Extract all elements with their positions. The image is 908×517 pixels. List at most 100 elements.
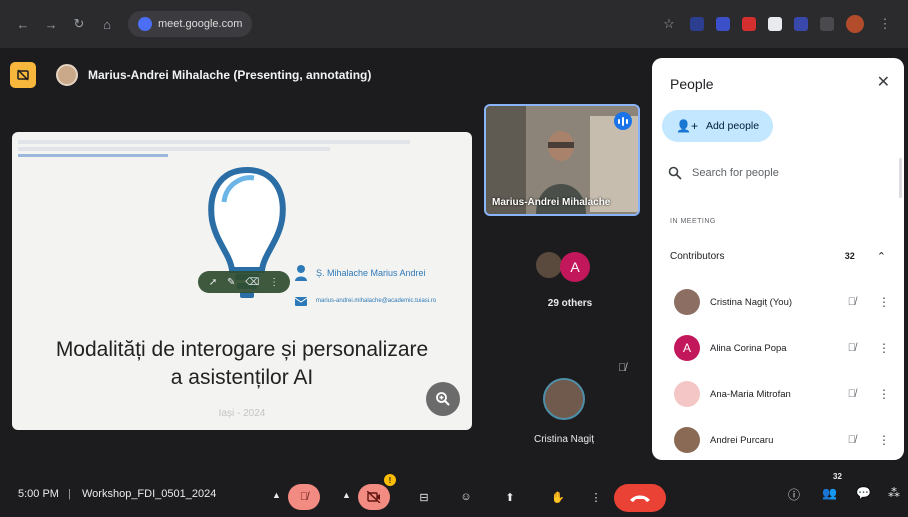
eraser-tool-icon[interactable]: ⌫ (245, 277, 259, 288)
extension-icon[interactable] (742, 17, 756, 31)
zoom-button[interactable] (426, 382, 460, 416)
presenter-label: Marius-Andrei Mihalache (Presenting, ann… (88, 68, 372, 82)
browser-toolbar: ← → ↻ ⌂ meet.google.com ☆ ⋮ (0, 0, 908, 48)
meet-window: ← → ↻ ⌂ meet.google.com ☆ ⋮ Marius-Andre… (0, 0, 908, 517)
captions-icon: ⊟ (419, 491, 429, 504)
warning-badge: ! (384, 474, 396, 486)
site-info-icon[interactable] (138, 17, 152, 31)
reactions-button[interactable]: ☺ (450, 484, 482, 510)
self-tile[interactable]: Cristina Nagiț (490, 378, 638, 445)
more-options-icon[interactable]: ⋮ (878, 295, 890, 309)
pen-tool-icon[interactable]: ✎ (227, 277, 235, 288)
leave-call-button[interactable] (614, 484, 666, 512)
zoom-icon (436, 392, 450, 406)
present-button[interactable]: ⬆ (494, 484, 526, 510)
more-options-icon[interactable]: ⋮ (878, 341, 890, 355)
people-panel: People ✕ 👤+ Add people Search for people… (652, 58, 904, 460)
others-tile[interactable]: A 29 others (530, 250, 610, 309)
email-row: marius-andrei.mihalache@academic.tuiasi.… (294, 292, 436, 310)
raise-hand-button[interactable]: ✋ (542, 484, 574, 510)
chevron-up-icon[interactable]: ⌃ (877, 250, 886, 263)
chevron-up-icon[interactable]: ▲ (342, 490, 351, 500)
info-icon[interactable]: ⓘ (788, 486, 800, 503)
more-options-button[interactable]: ⋮ (580, 484, 612, 510)
chat-icon[interactable]: 💬 (856, 486, 871, 500)
microphone-toggle-button[interactable]: 🎙̸ (288, 484, 320, 510)
author-row: Ș. Mihalache Marius Andrei (294, 264, 426, 282)
close-icon[interactable]: ✕ (877, 72, 890, 92)
reload-icon[interactable]: ↻ (70, 15, 88, 33)
mic-off-icon[interactable]: 🎙̸ (848, 296, 856, 308)
mic-off-icon[interactable]: 🎙̸ (848, 388, 856, 400)
list-item[interactable]: Andrei Purcaru 🎙̸ ⋮ (652, 420, 904, 460)
meeting-controls-bar: 5:00 PM | Workshop_FDI_0501_2024 ▲ 🎙̸ ▲ … (0, 470, 908, 517)
contributors-group[interactable]: Contributors 32 ⌃ (652, 244, 904, 268)
speaking-indicator-icon (614, 112, 632, 130)
search-placeholder: Search for people (692, 167, 779, 179)
video-tile-name: Marius-Andrei Mihalache (492, 197, 611, 208)
person-icon (295, 265, 307, 281)
people-search[interactable]: Search for people (668, 166, 779, 180)
mic-off-icon: 🎙̸ (618, 362, 627, 374)
extensions-puzzle-icon[interactable] (820, 17, 834, 31)
hand-icon: ✋ (551, 491, 565, 504)
profile-avatar[interactable] (846, 15, 864, 33)
slide-title-line1: Modalități de interogare și personalizar… (55, 338, 429, 361)
participant-avatar: A (560, 252, 590, 282)
more-tools-icon[interactable]: ⋮ (269, 277, 279, 288)
activities-icon[interactable]: ⁂ (888, 486, 900, 500)
browser-menu-icon[interactable]: ⋮ (876, 15, 894, 33)
others-avatars: A (530, 250, 610, 284)
presenter-bar: Marius-Andrei Mihalache (Presenting, ann… (10, 58, 371, 92)
end-call-icon (630, 495, 650, 502)
extension-icon[interactable] (768, 17, 782, 31)
person-name: Cristina Nagiț (You) (710, 296, 793, 308)
person-avatar (674, 289, 700, 315)
panel-scrollbar[interactable] (899, 158, 902, 198)
person-name: Ana-Maria Mitrofan (710, 388, 791, 400)
meeting-time: 5:00 PM (18, 488, 59, 500)
list-item[interactable]: Ana-Maria Mitrofan 🎙̸ ⋮ (652, 374, 904, 414)
extension-icon[interactable] (794, 17, 808, 31)
slide-subheader (18, 154, 168, 157)
more-vert-icon: ⋮ (590, 491, 602, 504)
forward-icon[interactable]: → (42, 15, 60, 33)
list-item[interactable]: A Alina Corina Popa 🎙̸ ⋮ (652, 328, 904, 368)
slide-header-text (18, 140, 464, 151)
home-icon[interactable]: ⌂ (98, 15, 116, 33)
chevron-up-icon[interactable]: ▲ (272, 490, 281, 500)
section-label: IN MEETING (670, 218, 716, 225)
add-people-button[interactable]: 👤+ Add people (662, 110, 774, 142)
mail-icon (294, 297, 308, 306)
slide-title: Modalități de interogare și personalizar… (12, 336, 472, 392)
extension-icon[interactable] (716, 17, 730, 31)
slide-footer: Iași - 2024 (218, 408, 266, 419)
back-icon[interactable]: ← (14, 15, 32, 33)
more-options-icon[interactable]: ⋮ (878, 433, 890, 447)
people-count-badge: 32 (833, 472, 842, 481)
person-name: Alina Corina Popa (710, 342, 787, 354)
bookmark-star-icon[interactable]: ☆ (660, 15, 678, 33)
people-panel-title: People (670, 76, 714, 92)
mic-off-icon[interactable]: 🎙̸ (848, 434, 856, 446)
camera-toggle-button[interactable] (358, 484, 390, 510)
people-icon[interactable]: 👥 (822, 486, 837, 500)
slide-title-line2: a asistenților AI (170, 366, 314, 389)
participant-video-tile[interactable]: Marius-Andrei Mihalache (484, 104, 640, 216)
list-item[interactable]: Cristina Nagiț (You) 🎙̸ ⋮ (652, 282, 904, 322)
mic-off-icon[interactable]: 🎙̸ (848, 342, 856, 354)
stop-presenting-icon[interactable] (10, 62, 36, 88)
camera-off-icon (367, 491, 381, 503)
pointer-tool-icon[interactable]: ➚ (209, 277, 217, 288)
slide-author: Ș. Mihalache Marius Andrei (316, 268, 426, 278)
more-options-icon[interactable]: ⋮ (878, 387, 890, 401)
address-bar[interactable]: meet.google.com (128, 11, 253, 37)
annotation-toolbar: ➚ ✎ ⌫ ⋮ (198, 271, 290, 293)
captions-button[interactable]: ⊟ (408, 484, 440, 510)
person-name: Andrei Purcaru (710, 434, 774, 446)
person-avatar (674, 427, 700, 453)
add-people-label: Add people (705, 120, 760, 132)
extension-icon[interactable] (690, 17, 704, 31)
url-text: meet.google.com (158, 18, 243, 30)
person-avatar (674, 381, 700, 407)
